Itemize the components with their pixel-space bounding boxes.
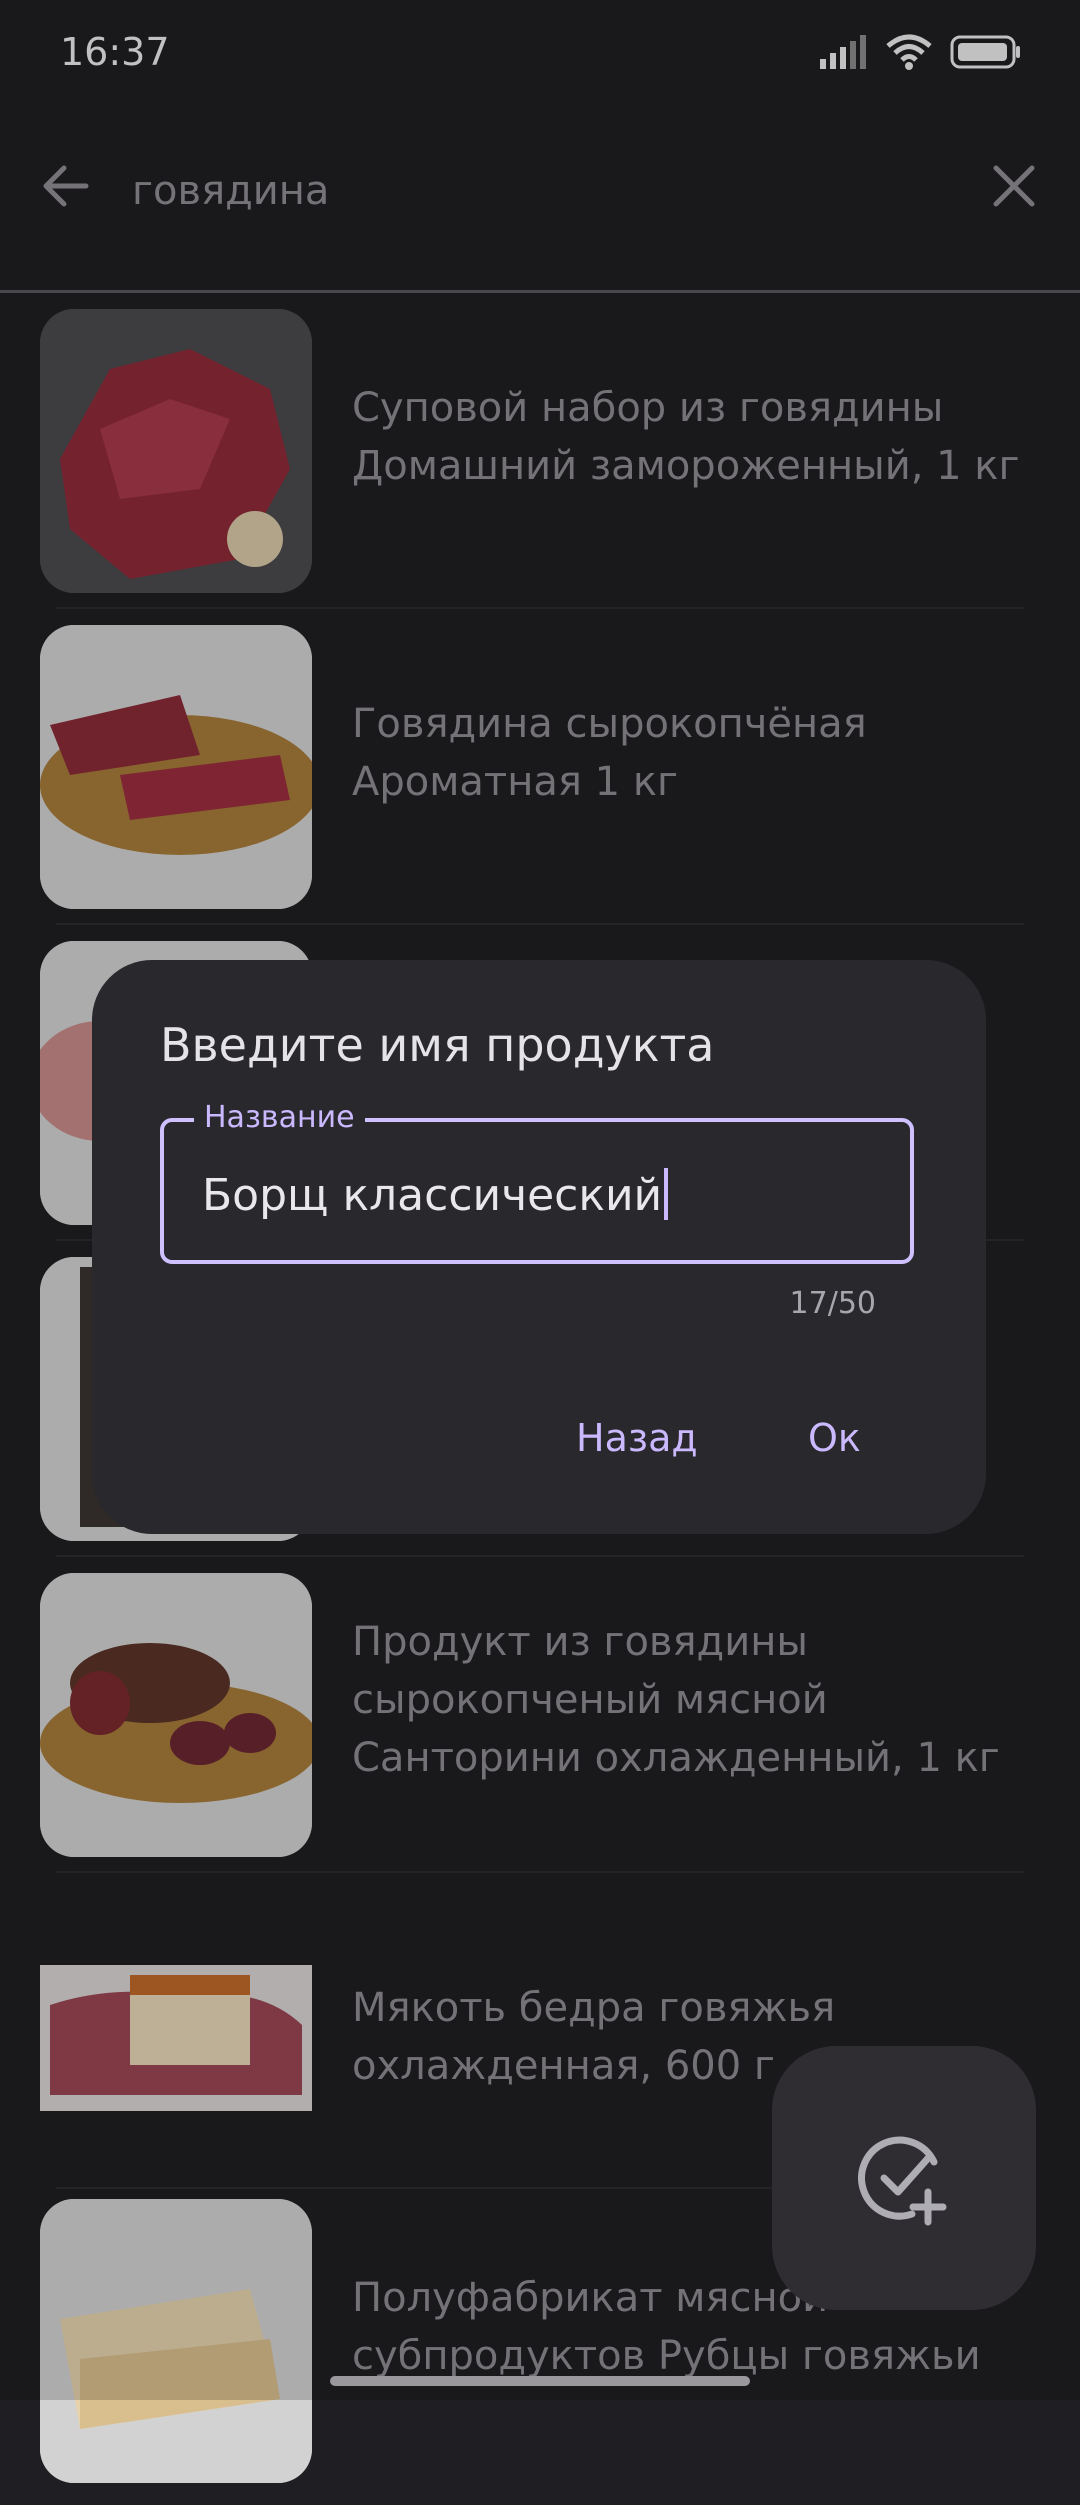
field-label: Название: [194, 1100, 365, 1135]
home-indicator[interactable]: [330, 2376, 750, 2386]
product-name-input[interactable]: Борщ классический: [202, 1168, 669, 1221]
back-button[interactable]: Назад: [564, 1410, 710, 1466]
field-value-text: Борщ классический: [202, 1170, 663, 1221]
text-cursor: [664, 1168, 669, 1220]
dialog-title: Введите имя продукта: [160, 1018, 715, 1072]
ok-button[interactable]: Ок: [796, 1410, 873, 1466]
product-name-dialog: Введите имя продукта Название Борщ класс…: [92, 960, 986, 1534]
char-counter: 17/50: [789, 1286, 876, 1321]
product-name-field[interactable]: Название Борщ классический: [160, 1100, 914, 1264]
